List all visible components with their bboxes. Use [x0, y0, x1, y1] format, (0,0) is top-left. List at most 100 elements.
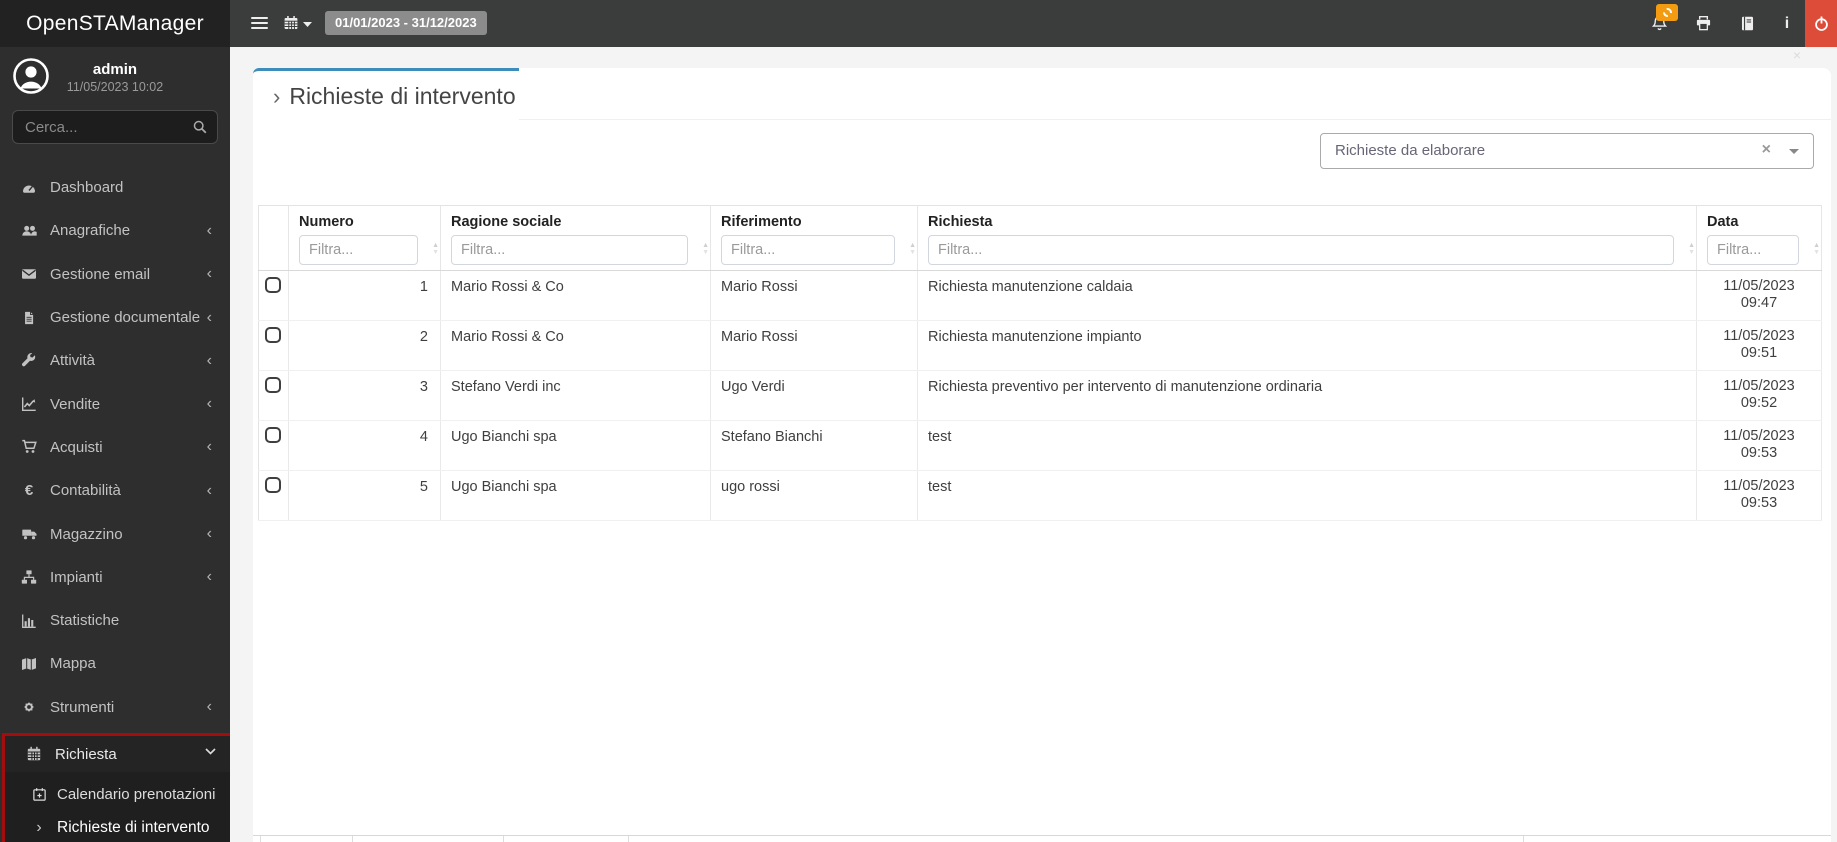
- table-row[interactable]: 1 Mario Rossi & Co Mario Rossi Richiesta…: [258, 270, 1822, 321]
- filter-input-numero[interactable]: [299, 235, 418, 265]
- cell-ragione-sociale: Mario Rossi & Co: [440, 320, 711, 371]
- clear-icon[interactable]: ×: [1762, 141, 1771, 159]
- avatar[interactable]: [13, 58, 49, 94]
- print-button[interactable]: [1681, 0, 1725, 47]
- active-module-group: Richiesta Calendario prenotazioni Richie…: [2, 733, 235, 842]
- close-icon[interactable]: ×: [1793, 47, 1801, 63]
- row-checkbox[interactable]: [265, 427, 281, 443]
- filter-input-ragione-sociale[interactable]: [451, 235, 688, 265]
- column-header-richiesta: Richiesta ▲▼: [917, 205, 1697, 271]
- filter-input-riferimento[interactable]: [721, 235, 895, 265]
- cell-richiesta: Richiesta manutenzione impianto: [917, 320, 1697, 371]
- table-row[interactable]: 3 Stefano Verdi inc Ugo Verdi Richiesta …: [258, 370, 1822, 421]
- period-dropdown-button[interactable]: [283, 0, 317, 47]
- richieste-table: Numero ▲▼ Ragione sociale ▲▼ Riferimento: [258, 205, 1822, 521]
- sidebar-item-gestione-email[interactable]: Gestione email: [0, 253, 230, 296]
- cell-richiesta: test: [917, 470, 1697, 521]
- cell-data: 11/05/2023 09:47: [1696, 270, 1822, 321]
- column-header-ragione-sociale: Ragione sociale ▲▼: [440, 205, 711, 271]
- sidebar-item-acquisti[interactable]: Acquisti: [0, 426, 230, 469]
- chevron-left-icon: [207, 525, 212, 543]
- column-header-data: Data ▲▼: [1696, 205, 1822, 271]
- search-input[interactable]: [23, 112, 193, 142]
- info-button[interactable]: i: [1769, 0, 1805, 47]
- column-header-riferimento: Riferimento ▲▼: [710, 205, 918, 271]
- row-checkbox[interactable]: [265, 277, 281, 293]
- cell-ragione-sociale: Ugo Bianchi spa: [440, 420, 711, 471]
- sidebar-item-impianti[interactable]: Impianti: [0, 556, 230, 599]
- cell-numero: 3: [288, 370, 441, 421]
- file-icon: [25, 311, 34, 324]
- chevron-left-icon: [207, 438, 212, 456]
- angle-right-icon: [29, 819, 49, 837]
- sidebar-item-gestione-documentale[interactable]: Gestione documentale: [0, 296, 230, 339]
- cell-ragione-sociale: Mario Rossi & Co: [440, 270, 711, 321]
- topbar-actions: i: [1637, 0, 1837, 47]
- sort-icon[interactable]: ▲ ▼: [909, 242, 916, 256]
- cell-numero: 4: [288, 420, 441, 471]
- chevron-left-icon: [207, 698, 212, 716]
- sidebar-item-dashboard[interactable]: Dashboard: [0, 166, 230, 209]
- cell-ragione-sociale: Stefano Verdi inc: [440, 370, 711, 421]
- content-card: Richieste di intervento Richieste da ela…: [253, 68, 1831, 842]
- cell-richiesta: Richiesta manutenzione caldaia: [917, 270, 1697, 321]
- sidebar-item-magazzino[interactable]: Magazzino: [0, 512, 230, 555]
- sidebar-item-anagrafiche[interactable]: Anagrafiche: [0, 209, 230, 252]
- tab-bar: Richieste di intervento: [253, 68, 1831, 121]
- sort-icon[interactable]: ▲ ▼: [1688, 242, 1695, 256]
- table-row[interactable]: 2 Mario Rossi & Co Mario Rossi Richiesta…: [258, 320, 1822, 371]
- users-icon: [21, 225, 37, 236]
- tab-richieste-di-intervento[interactable]: Richieste di intervento: [253, 68, 519, 121]
- sort-icon[interactable]: ▲ ▼: [1813, 242, 1820, 256]
- cell-riferimento: Mario Rossi: [710, 320, 918, 371]
- truck-icon: [21, 529, 36, 540]
- sort-icon[interactable]: ▲ ▼: [702, 242, 709, 256]
- sitemap-icon: [21, 570, 37, 584]
- status-filter-select[interactable]: Richieste da elaborare ×: [1320, 133, 1814, 169]
- bar-chart-icon: [22, 614, 36, 628]
- cell-riferimento: Stefano Bianchi: [710, 420, 918, 471]
- notifications-button[interactable]: [1637, 0, 1681, 47]
- sidebar-item-mappa[interactable]: Mappa: [0, 642, 230, 685]
- sidebar-item-strumenti[interactable]: Strumenti: [0, 686, 230, 729]
- sidebar-item-vendite[interactable]: Vendite: [0, 382, 230, 425]
- sidebar-item-calendario-prenotazioni[interactable]: Calendario prenotazioni: [5, 778, 232, 811]
- sidebar-item-contabilita[interactable]: € Contabilità: [0, 469, 230, 512]
- column-header-numero: Numero ▲▼: [288, 205, 441, 271]
- partial-table-edge: [253, 835, 1831, 842]
- caret-down-icon: [1789, 149, 1799, 154]
- row-checkbox[interactable]: [265, 377, 281, 393]
- info-icon: i: [1784, 14, 1790, 32]
- sidebar: admin 11/05/2023 10:02 Dashboard Anagraf…: [0, 47, 235, 842]
- cart-icon: [21, 440, 37, 454]
- sidebar-item-richiesta[interactable]: Richiesta: [5, 736, 232, 772]
- sort-icon[interactable]: ▲ ▼: [432, 242, 439, 256]
- app-logo[interactable]: OpenSTAManager: [0, 0, 230, 47]
- filter-input-data[interactable]: [1707, 235, 1799, 265]
- cell-numero: 5: [288, 470, 441, 521]
- cell-data: 11/05/2023 09:52: [1696, 370, 1822, 421]
- chevron-left-icon: [207, 395, 212, 413]
- date-range-badge[interactable]: 01/01/2023 - 31/12/2023: [325, 11, 487, 35]
- row-checkbox[interactable]: [265, 327, 281, 343]
- logout-button[interactable]: [1805, 0, 1837, 47]
- sidebar-item-attivita[interactable]: Attività: [0, 339, 230, 382]
- table-row[interactable]: 4 Ugo Bianchi spa Stefano Bianchi test 1…: [258, 420, 1822, 471]
- topbar: OpenSTAManager 01/01/2023 - 31/12/2023 i: [0, 0, 1837, 47]
- sidebar-item-statistiche[interactable]: Statistiche: [0, 599, 230, 642]
- chevron-left-icon: [207, 309, 212, 327]
- cell-numero: 1: [288, 270, 441, 321]
- spinner-icon: [1662, 8, 1672, 17]
- filter-input-richiesta[interactable]: [928, 235, 1674, 265]
- sidebar-item-richieste-di-intervento[interactable]: Richieste di intervento: [5, 811, 232, 842]
- docs-button[interactable]: [1725, 0, 1769, 47]
- row-checkbox[interactable]: [265, 477, 281, 493]
- cell-data: 11/05/2023 09:53: [1696, 420, 1822, 471]
- table-header-row: Numero ▲▼ Ragione sociale ▲▼ Riferimento: [258, 205, 1822, 271]
- table-row[interactable]: 5 Ugo Bianchi spa ugo rossi test 11/05/2…: [258, 470, 1822, 521]
- search-icon[interactable]: [192, 119, 208, 135]
- cell-numero: 2: [288, 320, 441, 371]
- chevron-left-icon: [207, 482, 212, 500]
- envelope-icon: [22, 269, 36, 280]
- sidebar-toggle-button[interactable]: [242, 0, 278, 47]
